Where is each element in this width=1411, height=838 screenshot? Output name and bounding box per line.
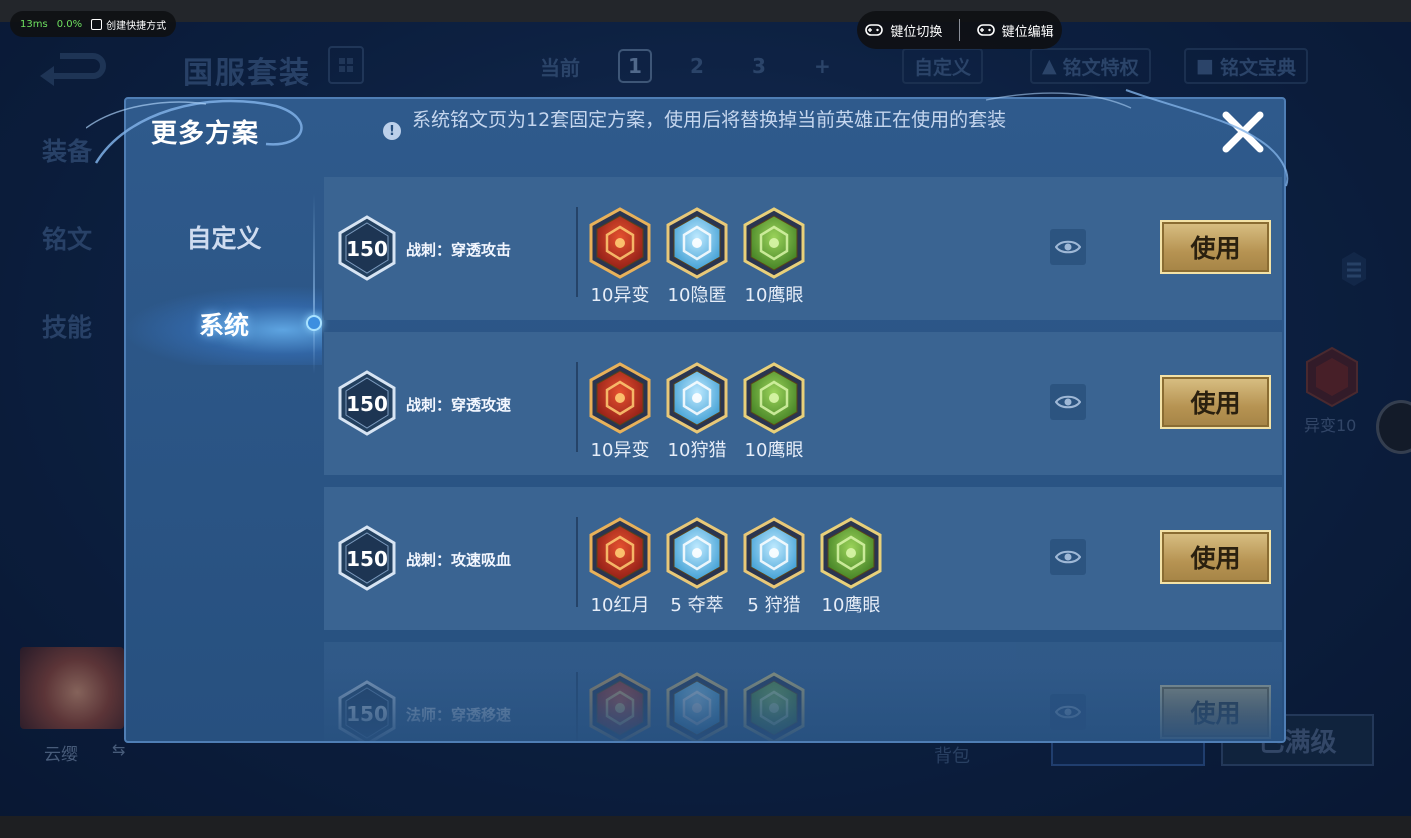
level-badge-icon: 150 xyxy=(338,525,396,591)
eye-icon xyxy=(1055,240,1081,254)
blue-rune-icon xyxy=(743,517,805,589)
plan-name: 战刺：攻速吸血 xyxy=(406,551,512,569)
rune-count-label: 10异变 xyxy=(590,285,650,306)
red-rune-icon xyxy=(589,517,651,589)
key-edit-label: 键位编辑 xyxy=(1001,24,1054,40)
emulator-top-bar xyxy=(0,0,1411,22)
create-shortcut-button[interactable]: 创建快捷方式 xyxy=(91,17,166,32)
cpu-readout: 0.0% xyxy=(56,18,83,30)
toolbar-divider xyxy=(959,19,960,41)
rune-count-label: 10隐匿 xyxy=(667,285,727,306)
rune-count-label: 10鹰眼 xyxy=(744,440,804,461)
rune-count-label: 5 夺萃 xyxy=(670,595,724,616)
latency-readout: 13ms xyxy=(20,18,48,30)
shortcut-icon xyxy=(91,18,103,30)
close-icon[interactable] xyxy=(1218,107,1268,157)
plan-name: 战刺：穿透攻速 xyxy=(406,396,512,414)
gamepad-icon xyxy=(865,24,884,36)
rune-count-label: 10鹰眼 xyxy=(744,285,804,306)
use-plan-button[interactable]: 使用 xyxy=(1160,220,1271,274)
plan-row: 150 战刺：攻速吸血 10红月 5 夺萃 5 狩猎 10鹰眼 使用 xyxy=(324,487,1282,630)
preview-button[interactable] xyxy=(1050,229,1086,265)
plan-list[interactable]: 150 战刺：穿透攻击 10异变 10隐匿 10鹰眼 使用 150 战刺：穿透攻速 xyxy=(324,177,1284,741)
key-switch-button[interactable]: 键位切换 xyxy=(865,21,942,40)
plan-name: 战刺：穿透攻击 xyxy=(406,241,512,259)
performance-overlay: 13ms 0.0% 创建快捷方式 xyxy=(10,11,177,37)
level-badge-icon: 150 xyxy=(338,370,396,436)
eye-icon xyxy=(1055,395,1081,409)
green-rune-icon xyxy=(743,207,805,279)
green-rune-icon xyxy=(820,517,882,589)
key-edit-button[interactable]: 键位编辑 xyxy=(976,21,1054,40)
info-icon: ! xyxy=(383,122,401,140)
row-divider xyxy=(576,207,578,297)
rune-count-label: 10狩猎 xyxy=(667,440,727,461)
row-divider xyxy=(576,362,578,452)
green-rune-icon xyxy=(743,362,805,434)
plan-row: 150 战刺：穿透攻速 10异变 10狩猎 10鹰眼 使用 xyxy=(324,332,1282,475)
blue-rune-icon xyxy=(666,207,728,279)
preview-button[interactable] xyxy=(1050,384,1086,420)
list-fade-overlay xyxy=(324,667,1284,741)
keymap-toolbar: 键位切换 键位编辑 xyxy=(857,11,1062,49)
level-value: 150 xyxy=(346,237,388,261)
level-value: 150 xyxy=(346,547,388,571)
rune-count-label: 10异变 xyxy=(590,440,650,461)
use-plan-button[interactable]: 使用 xyxy=(1160,375,1271,429)
row-divider xyxy=(576,517,578,607)
create-shortcut-label: 创建快捷方式 xyxy=(106,20,167,32)
rune-count-label: 10红月 xyxy=(590,595,650,616)
rune-count-label: 5 狩猎 xyxy=(747,595,801,616)
level-badge-icon: 150 xyxy=(338,215,396,281)
system-notice: 系统铭文页为12套固定方案，使用后将替换掉当前英雄正在使用的套装 xyxy=(412,109,1007,131)
category-system[interactable]: 系统 xyxy=(126,306,322,342)
red-rune-icon xyxy=(589,362,651,434)
plan-row: 150 战刺：穿透攻击 10异变 10隐匿 10鹰眼 使用 xyxy=(324,177,1282,320)
use-plan-button[interactable]: 使用 xyxy=(1160,530,1271,584)
rune-count-label: 10鹰眼 xyxy=(821,595,881,616)
red-rune-icon xyxy=(589,207,651,279)
eye-icon xyxy=(1055,550,1081,564)
dialog-title: 更多方案 xyxy=(151,119,260,149)
category-custom[interactable]: 自定义 xyxy=(126,219,322,255)
blue-rune-icon xyxy=(666,517,728,589)
more-plans-dialog: 更多方案 ! 系统铭文页为12套固定方案，使用后将替换掉当前英雄正在使用的套装 … xyxy=(124,97,1286,743)
level-value: 150 xyxy=(346,392,388,416)
active-category-indicator xyxy=(306,315,322,331)
preview-button[interactable] xyxy=(1050,539,1086,575)
blue-rune-icon xyxy=(666,362,728,434)
gamepad-icon xyxy=(976,24,995,36)
key-switch-label: 键位切换 xyxy=(890,24,943,40)
